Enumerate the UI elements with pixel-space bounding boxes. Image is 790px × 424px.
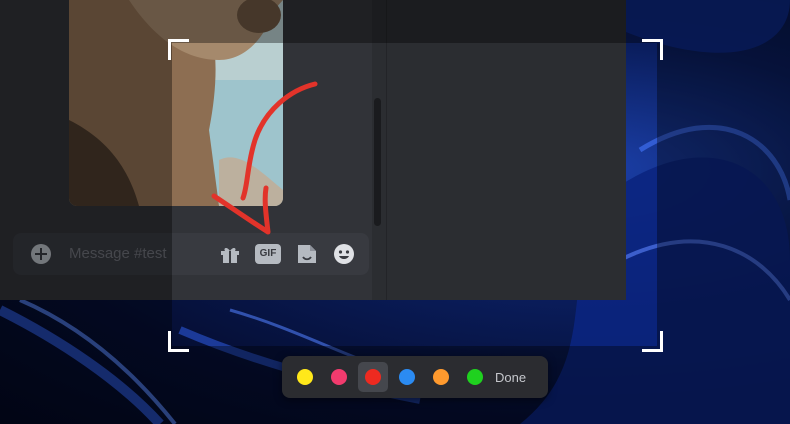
color-swatch-red[interactable]	[365, 369, 381, 385]
color-swatch-yellow[interactable]	[297, 369, 313, 385]
color-swatch-orange[interactable]	[433, 369, 449, 385]
color-swatch-pink[interactable]	[331, 369, 347, 385]
done-button[interactable]: Done	[495, 370, 526, 385]
color-swatch-blue[interactable]	[399, 369, 415, 385]
color-swatch-green[interactable]	[467, 369, 483, 385]
annotation-toolbar: Done	[282, 356, 548, 398]
